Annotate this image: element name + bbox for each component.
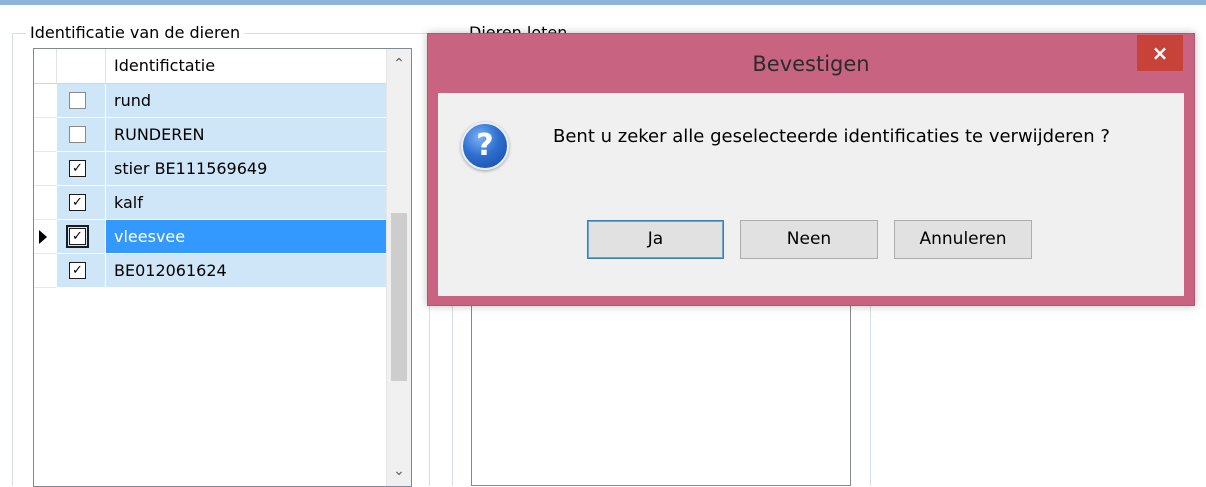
animal-lots-list[interactable] [471, 298, 851, 486]
checkbox-column-header[interactable] [57, 49, 106, 83]
row-label: RUNDEREN [114, 125, 205, 144]
row-label: BE012061624 [114, 261, 227, 280]
vertical-scrollbar[interactable]: ⌃ ⌄ [386, 49, 411, 486]
table-row[interactable]: RUNDEREN [34, 118, 386, 152]
row-checkbox[interactable] [69, 92, 86, 109]
window-top-border [0, 0, 1206, 5]
no-button[interactable]: Neen [740, 220, 878, 259]
question-icon: ? [461, 122, 509, 170]
row-checkbox-checked[interactable]: ✓ [69, 194, 86, 211]
identification-grid[interactable]: Identifictatie rund RUNDEREN ✓ stier BE1… [33, 48, 412, 487]
row-label: stier BE111569649 [114, 159, 268, 178]
table-row[interactable]: ✓ stier BE111569649 [34, 152, 386, 186]
row-header[interactable] [34, 118, 56, 152]
column-header-identificatie[interactable]: Identifictatie [114, 49, 215, 83]
confirm-dialog: Bevestigen × ? Bent u zeker alle geselec… [427, 33, 1195, 306]
row-header[interactable] [34, 152, 56, 186]
row-label: rund [114, 91, 152, 110]
chevron-down-icon[interactable]: ⌄ [387, 456, 411, 486]
row-header[interactable] [34, 84, 56, 118]
row-header-column [34, 49, 57, 83]
chevron-up-icon[interactable]: ⌃ [387, 49, 411, 79]
dialog-title: Bevestigen [752, 52, 870, 76]
group-title-identification: Identificatie van de dieren [26, 23, 245, 43]
table-row[interactable]: ✓ BE012061624 [34, 254, 386, 288]
dialog-body: ? Bent u zeker alle geselecteerde identi… [438, 93, 1184, 296]
row-header[interactable] [34, 254, 56, 288]
yes-button[interactable]: Ja [587, 220, 724, 259]
table-row[interactable]: rund [34, 84, 386, 118]
table-row-selected[interactable]: ✓ vleesvee [34, 220, 386, 254]
row-checkbox[interactable] [69, 126, 86, 143]
row-checkbox-checked[interactable]: ✓ [69, 160, 86, 177]
row-label: kalf [114, 193, 143, 212]
table-row[interactable]: ✓ kalf [34, 186, 386, 220]
row-label: vleesvee [114, 227, 186, 246]
scrollbar-thumb[interactable] [391, 213, 407, 381]
row-checkbox-checked[interactable]: ✓ [66, 225, 89, 248]
grid-header: Identifictatie [34, 49, 386, 84]
current-row-arrow-icon [39, 230, 47, 244]
dialog-message: Bent u zeker alle geselecteerde identifi… [553, 126, 1110, 147]
row-checkbox-checked[interactable]: ✓ [69, 262, 86, 279]
cancel-button[interactable]: Annuleren [894, 220, 1032, 259]
close-button[interactable]: × [1137, 35, 1183, 71]
row-header[interactable] [34, 220, 56, 254]
row-header[interactable] [34, 186, 56, 220]
